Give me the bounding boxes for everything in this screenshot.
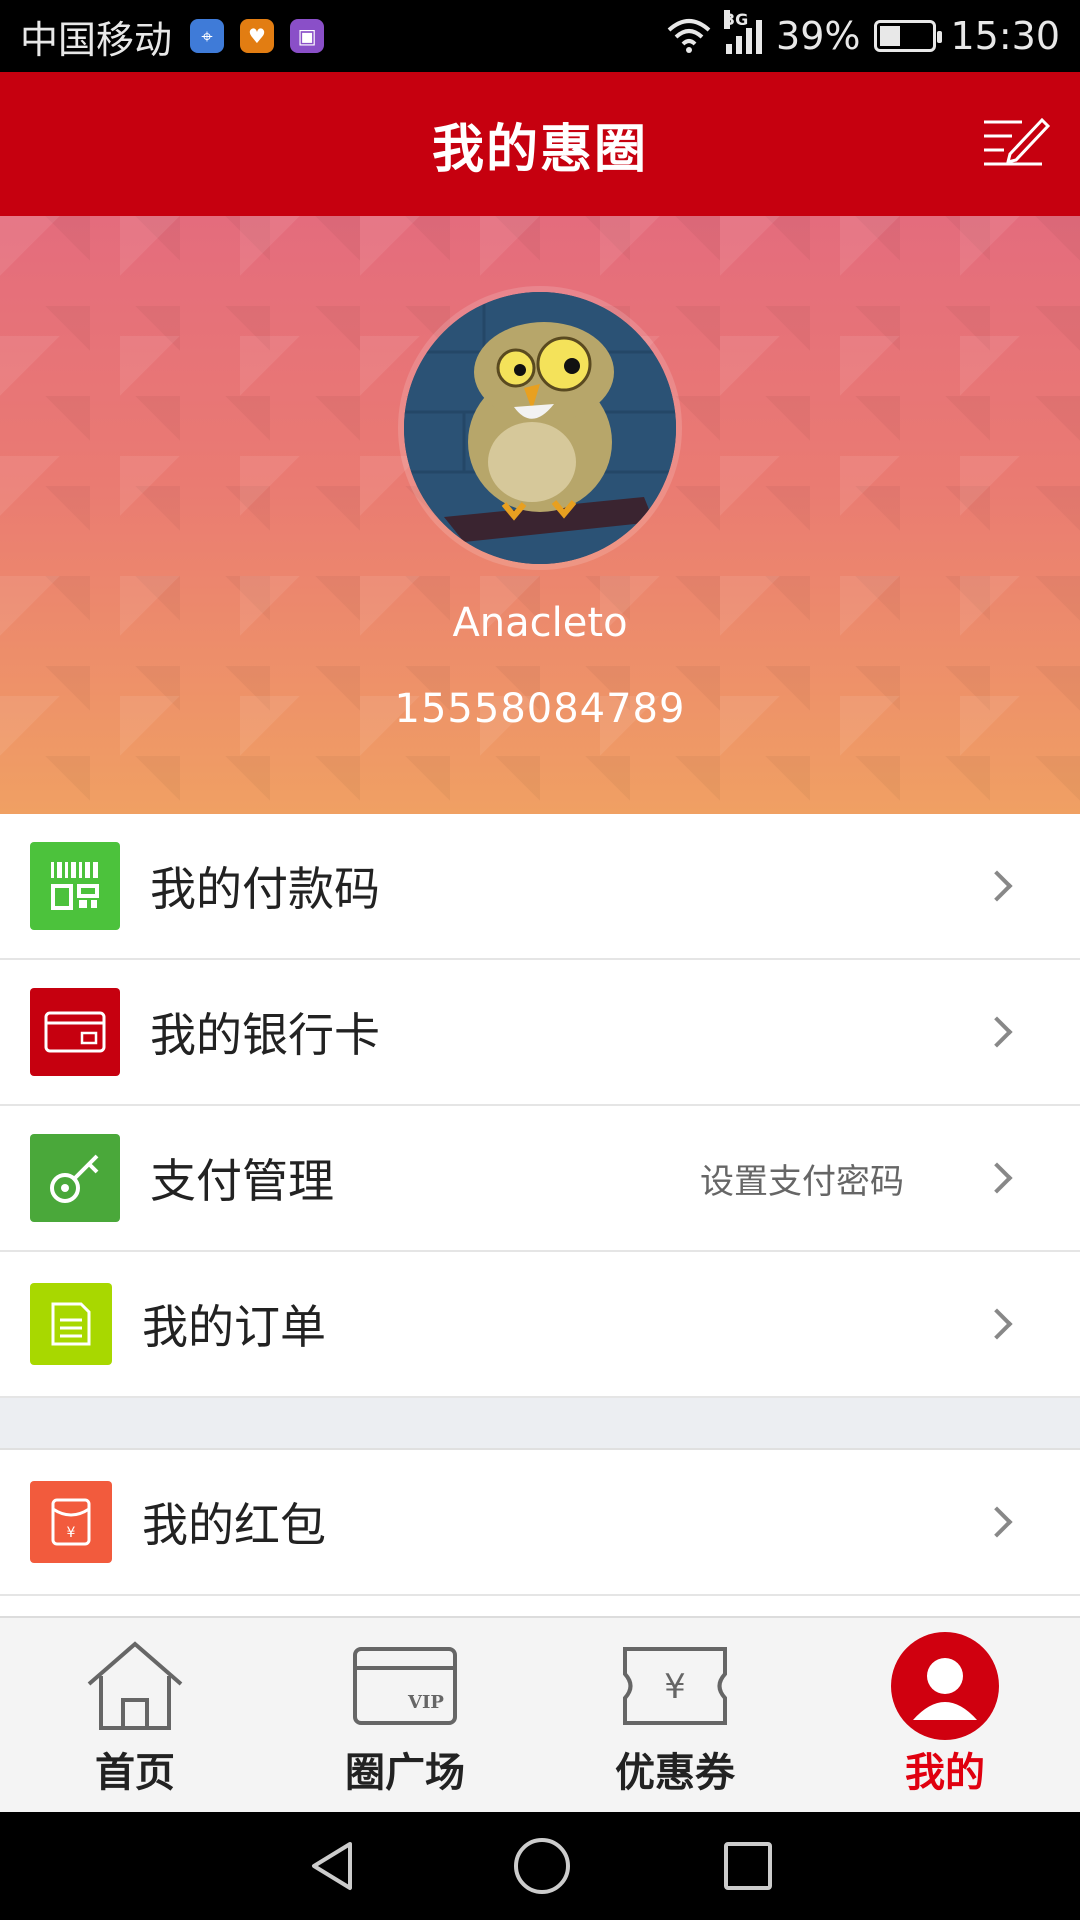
system-nav-bar [0,1812,1080,1920]
vip-card-icon: VIP [350,1636,460,1736]
owl-avatar-image [404,292,676,564]
tab-mine[interactable]: 我的 [810,1618,1080,1812]
battery-percent: 39% [776,14,861,58]
status-bar: 中国移动 ⌖ ♥ ▣ 3G 39% 15:30 [0,0,1080,72]
account-menu: 我的付款码 我的银行卡 支付管理 设置支付密码 我的订单 ¥ 我的红包 [0,814,1080,1596]
back-button[interactable] [306,1838,362,1894]
bottom-tab-bar: 首页 VIP 圈广场 ¥ 优惠券 我的 [0,1616,1080,1812]
menu-item-bank-card[interactable]: 我的银行卡 [0,960,1080,1106]
set-password-hint: 设置支付密码 [700,1161,904,1202]
menu-label: 我的红包 [142,1498,326,1552]
svg-text:¥: ¥ [664,1667,686,1707]
tab-label: 圈广场 [345,1750,465,1796]
tab-circle-plaza[interactable]: VIP 圈广场 [270,1618,540,1812]
bank-card-icon [30,988,120,1076]
network-type: 3G [724,10,749,29]
menu-item-orders[interactable]: 我的订单 [0,1252,1080,1398]
health-app-icon: ♥ [240,19,275,53]
tab-label: 首页 [95,1750,175,1796]
chevron-right-icon [981,1506,1013,1538]
app-header: 我的惠圈 [0,72,1080,216]
document-icon [30,1283,112,1365]
battery-icon [874,20,943,52]
svg-text:¥: ¥ [67,1525,76,1541]
wifi-icon [667,19,711,53]
gallery-app-icon: ▣ [290,19,325,53]
menu-label: 我的订单 [142,1300,326,1354]
menu-label: 我的银行卡 [150,1008,380,1062]
home-icon [80,1636,190,1736]
coupon-icon: ¥ [620,1636,730,1736]
recents-button[interactable] [722,1840,774,1892]
notification-icons: ⌖ ♥ ▣ [190,19,325,53]
cell-signal-icon: 3G [724,10,763,54]
tab-coupons[interactable]: ¥ 优惠券 [540,1618,810,1812]
home-button[interactable] [512,1836,572,1896]
menu-item-red-envelope[interactable]: ¥ 我的红包 [0,1450,1080,1596]
svg-text:VIP: VIP [407,1692,444,1713]
profile-banner: Anacleto 15558084789 [0,216,1080,814]
battery-level-fill [880,26,901,46]
page-title: 我的惠圈 [431,119,648,180]
chevron-right-icon [981,1308,1013,1340]
user-phone: 15558084789 [394,686,686,732]
menu-item-payment-management[interactable]: 支付管理 设置支付密码 [0,1106,1080,1252]
chevron-right-icon [981,1162,1013,1194]
barcode-icon [30,842,120,930]
key-icon [30,1134,120,1222]
tab-home[interactable]: 首页 [0,1618,270,1812]
chevron-right-icon [981,1016,1013,1048]
menu-label: 支付管理 [150,1154,334,1208]
menu-item-payment-code[interactable]: 我的付款码 [0,814,1080,960]
menu-label: 我的付款码 [150,862,380,916]
tab-label: 优惠券 [615,1750,735,1796]
section-divider [0,1398,1080,1450]
tab-label: 我的 [905,1750,985,1796]
red-envelope-icon: ¥ [30,1481,112,1563]
location-app-icon: ⌖ [190,19,225,53]
chevron-right-icon [981,870,1013,902]
carrier-name: 中国移动 [20,17,173,62]
user-icon [890,1632,1000,1740]
clock: 15:30 [950,14,1060,58]
user-name: Anacleto [452,600,628,646]
edit-list-button[interactable] [982,114,1052,174]
avatar[interactable] [404,292,676,564]
